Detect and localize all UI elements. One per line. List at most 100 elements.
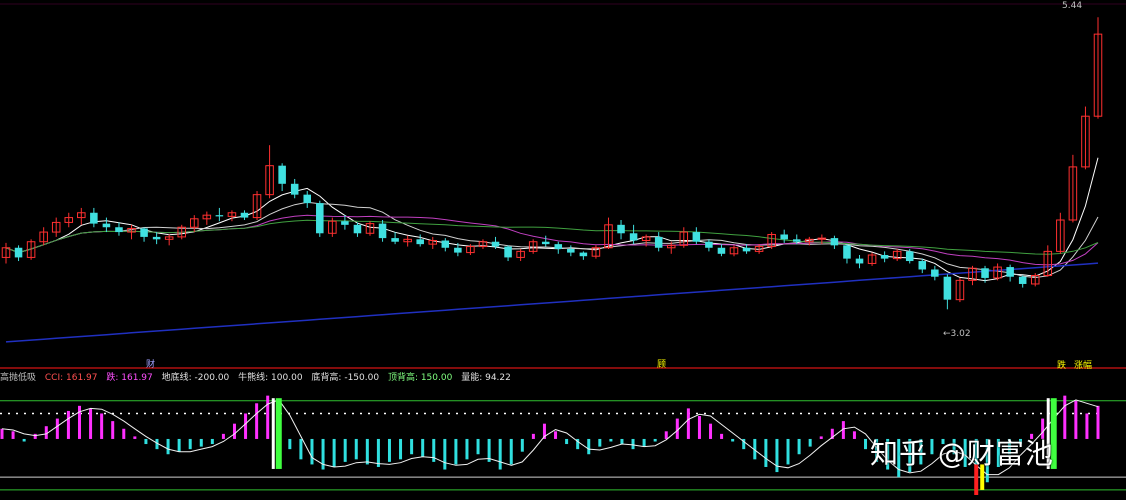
- energy-value: 量能: 94.22: [461, 373, 511, 383]
- cci-bar: [288, 438, 292, 450]
- cci-bar: [476, 438, 480, 455]
- cci-bar: [100, 413, 104, 439]
- cci-bar: [864, 438, 868, 450]
- cci-value: CCI: 161.97: [44, 373, 98, 383]
- candle-body: [931, 269, 939, 277]
- cci-bar: [299, 438, 303, 460]
- cci-bar: [376, 438, 380, 467]
- cci-bar: [764, 438, 768, 467]
- candle-body: [880, 255, 889, 259]
- cci-bar: [332, 438, 336, 467]
- candle-body: [943, 276, 952, 300]
- candle-body: [504, 246, 512, 258]
- candle-body: [454, 247, 462, 253]
- candle-body: [14, 247, 23, 258]
- candle-body: [240, 212, 249, 218]
- cci-bar: [77, 405, 81, 439]
- indicator-name: 高抛低吸: [0, 373, 37, 383]
- candle-body: [843, 245, 851, 259]
- cci-bar: [11, 431, 15, 439]
- cci-bar: [498, 438, 502, 470]
- cci-bar: [653, 438, 657, 442]
- price-panel: [1, 17, 1103, 343]
- candle-body: [115, 227, 123, 233]
- cci-bar: [554, 431, 558, 439]
- candle-body: [981, 268, 989, 278]
- candle-body: [780, 234, 788, 240]
- cci-bar: [587, 438, 591, 455]
- candle-body: [654, 236, 663, 248]
- watermark: 知乎 @财富池: [870, 437, 1054, 470]
- cci-bar: [166, 438, 170, 455]
- cci-bar: [144, 438, 148, 445]
- cci-bar: [66, 410, 70, 439]
- cci-bar: [808, 438, 812, 447]
- candle-body: [554, 244, 563, 249]
- cci-bar: [354, 438, 358, 460]
- candle-body: [290, 183, 299, 195]
- cci-bar: [797, 438, 801, 455]
- candle-body: [742, 247, 751, 252]
- cci-bar: [266, 395, 270, 439]
- candle-body: [215, 215, 224, 217]
- ma5-line: [5, 157, 1099, 282]
- candle-body: [629, 233, 638, 241]
- cci-bar: [686, 408, 690, 439]
- high-price-label: 5.44: [1062, 1, 1083, 11]
- cci-bar: [111, 421, 115, 439]
- cci-bar: [1096, 405, 1100, 439]
- candle-body: [579, 252, 588, 257]
- floor-value: 地底线: -200.00: [161, 373, 230, 383]
- candle-body: [391, 238, 399, 242]
- cci-bar: [731, 438, 735, 442]
- cci-bar: [631, 438, 635, 450]
- candle-body: [353, 224, 362, 234]
- cci-bar: [642, 438, 646, 447]
- cci-bar: [664, 431, 668, 439]
- signal-mark-4: 涨幅: [1074, 361, 1093, 371]
- cci-bar: [221, 433, 225, 439]
- cci-bar: [819, 436, 823, 439]
- candle-body: [441, 240, 450, 248]
- cci-bar: [122, 428, 126, 439]
- cci-bar: [465, 438, 469, 460]
- candle-body: [140, 228, 148, 237]
- candle-body: [617, 224, 625, 234]
- candle-body: [567, 248, 575, 253]
- cci-bar: [410, 438, 414, 455]
- cci-bar: [1063, 395, 1067, 439]
- candle-body: [378, 223, 387, 239]
- cci-bar: [852, 431, 856, 439]
- candle-body: [303, 194, 312, 204]
- signal-mark-2: 顾: [657, 360, 667, 370]
- die-value: 跌: 161.97: [106, 373, 153, 383]
- candle-body: [416, 239, 424, 245]
- cci-bar: [454, 438, 458, 465]
- cci-bar: [598, 438, 602, 447]
- cci-bar: [188, 438, 192, 450]
- cci-bar: [365, 438, 369, 465]
- cci-bar: [33, 433, 37, 439]
- cci-bar: [786, 438, 790, 465]
- candle-body: [1018, 276, 1027, 284]
- cci-bar: [443, 438, 447, 470]
- sell-signal-bar: [275, 398, 282, 469]
- candle-body: [102, 223, 111, 228]
- cci-bar: [343, 438, 347, 462]
- cci-bar: [1085, 413, 1089, 439]
- cci-bar: [232, 423, 236, 439]
- cci-bar: [1074, 400, 1078, 439]
- cci-bar: [565, 438, 569, 445]
- cci-bar: [697, 416, 701, 439]
- candle-body: [1006, 267, 1014, 277]
- candle-body: [905, 251, 914, 262]
- candle-body: [90, 212, 98, 224]
- candle-body: [541, 241, 550, 245]
- bottom-divergence-value: 底背高: -150.00: [311, 373, 380, 383]
- candle-body: [316, 203, 324, 234]
- cci-bar: [421, 438, 425, 457]
- candle-body: [152, 236, 161, 240]
- candle-body: [717, 247, 726, 254]
- cci-bar: [387, 438, 391, 462]
- cci-bar: [509, 438, 513, 465]
